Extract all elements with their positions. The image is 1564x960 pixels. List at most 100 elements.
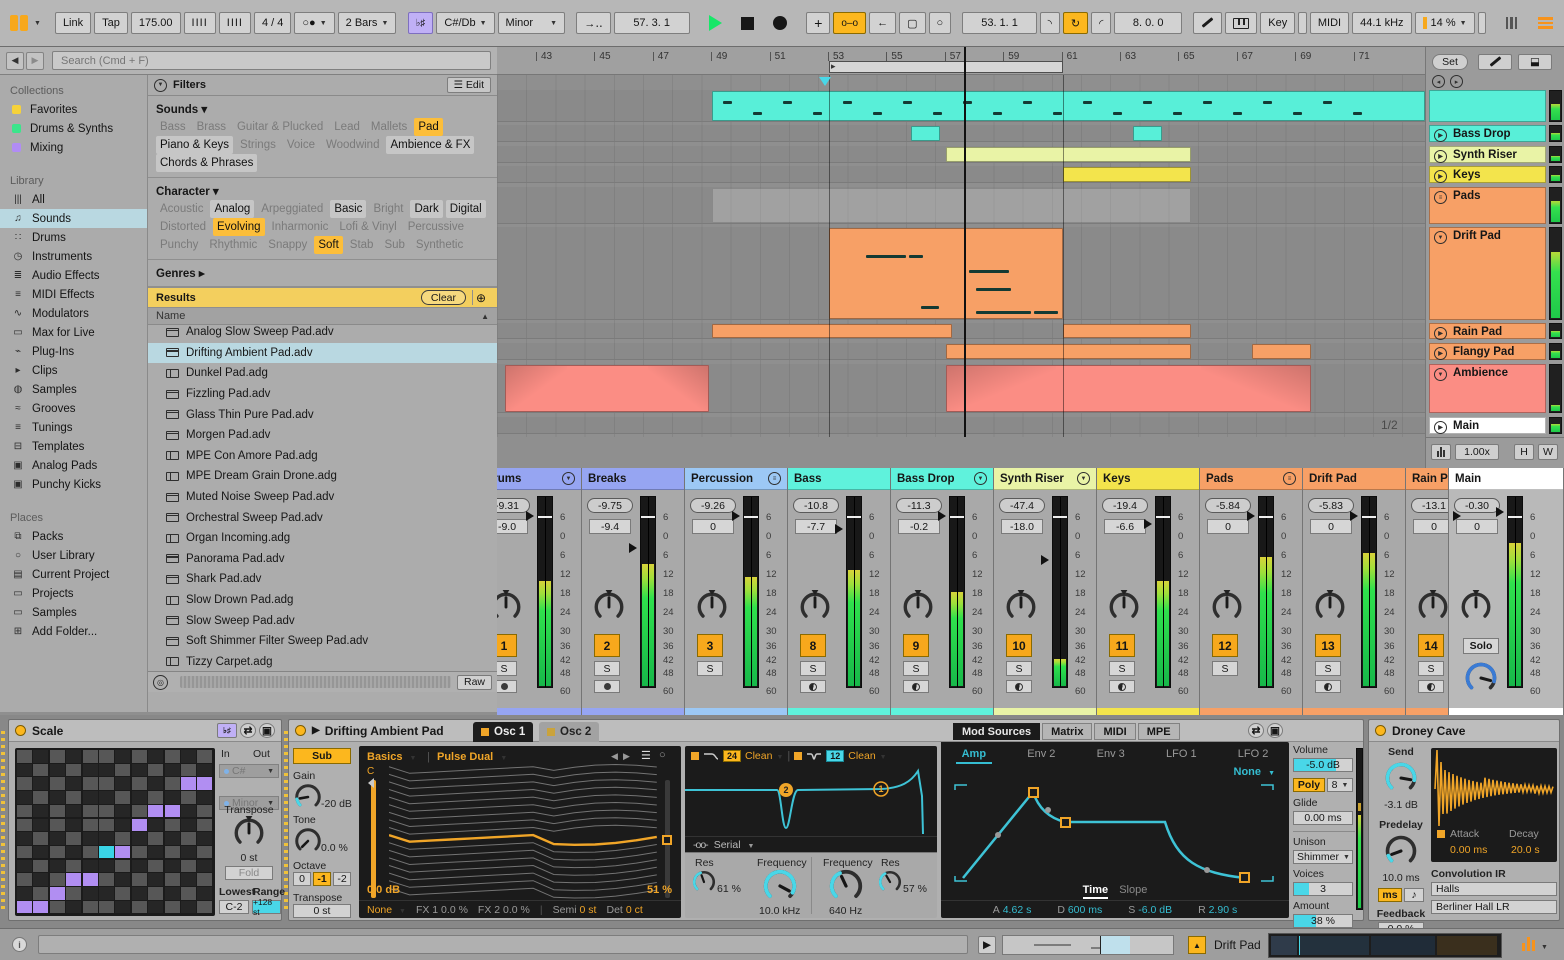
stop-button[interactable] bbox=[733, 12, 762, 34]
scale-grid-cell[interactable] bbox=[33, 873, 49, 886]
arrangement-clip[interactable] bbox=[945, 344, 1192, 359]
raw-preview-button[interactable]: Raw bbox=[456, 674, 492, 690]
scale-grid-cell[interactable] bbox=[115, 900, 131, 914]
track-header-drift-pad[interactable]: ▼ Drift Pad bbox=[1429, 227, 1546, 320]
mixer-track-title[interactable]: Main bbox=[1449, 468, 1563, 490]
arrangement-clip[interactable] bbox=[910, 126, 940, 141]
browser-forward-icon[interactable]: ▶ bbox=[26, 51, 44, 70]
scale-grid-cell[interactable] bbox=[115, 873, 131, 886]
osc-effect-mode-menu[interactable]: None ▼ bbox=[367, 904, 406, 916]
scale-grid-cell[interactable] bbox=[131, 804, 147, 818]
filter-tag-arpeggiated[interactable]: Arpeggiated bbox=[257, 200, 327, 218]
scale-grid-cell[interactable] bbox=[164, 750, 180, 763]
solo-button[interactable]: S bbox=[1109, 661, 1135, 676]
scale-grid-cell[interactable] bbox=[82, 845, 98, 859]
scale-grid-cell[interactable] bbox=[49, 750, 65, 763]
monitor-button[interactable] bbox=[1315, 680, 1341, 693]
scale-grid-cell[interactable] bbox=[115, 804, 131, 818]
scale-grid-cell[interactable] bbox=[99, 750, 114, 763]
peak-level-display[interactable]: -5.84 bbox=[1205, 498, 1251, 513]
prev-wavetable-icon[interactable]: ◀ bbox=[611, 751, 618, 762]
filter-tag-voice[interactable]: Voice bbox=[283, 136, 319, 154]
monitor-button[interactable] bbox=[1418, 680, 1444, 693]
punch-out-icon[interactable]: ◜ bbox=[1091, 12, 1112, 34]
sidebar-item-punchy-kicks[interactable]: ▣ Punchy Kicks bbox=[0, 475, 147, 494]
scale-grid-cell[interactable] bbox=[164, 777, 180, 790]
scale-grid-cell[interactable] bbox=[164, 818, 180, 831]
ableton-logo[interactable]: ▼ bbox=[10, 15, 41, 31]
solo-button[interactable]: S bbox=[497, 661, 517, 676]
scale-grid-cell[interactable] bbox=[197, 887, 213, 900]
mod-tab-env-2[interactable]: Env 2 bbox=[1021, 746, 1061, 764]
computer-midi-keyboard-icon[interactable] bbox=[1225, 12, 1258, 34]
scale-grid-cell[interactable] bbox=[17, 818, 32, 831]
solo-button[interactable]: S bbox=[1418, 661, 1444, 676]
list-item[interactable]: Dunkel Pad.adg bbox=[148, 363, 497, 384]
record-button[interactable] bbox=[765, 12, 795, 34]
groove-pool-button[interactable]: ○● ▼ bbox=[294, 12, 335, 34]
fold-button[interactable]: Fold bbox=[225, 866, 273, 880]
arrangement-clip[interactable] bbox=[1252, 344, 1311, 359]
filter-tag-synthetic[interactable]: Synthetic bbox=[412, 236, 467, 254]
scale-grid-cell[interactable] bbox=[181, 791, 196, 804]
predelay-knob[interactable] bbox=[1383, 833, 1419, 872]
scale-grid-cell[interactable] bbox=[66, 804, 82, 818]
amount-slider[interactable]: 38 % bbox=[1293, 914, 1353, 928]
arrangement-clip[interactable] bbox=[712, 324, 952, 338]
volume-slider[interactable]: -5.0 dB bbox=[1293, 758, 1353, 772]
scale-grid-cell[interactable] bbox=[33, 832, 49, 845]
send-knob[interactable] bbox=[1383, 760, 1419, 799]
zoom-width-button[interactable]: W bbox=[1538, 444, 1558, 460]
volume-field[interactable]: -18.0 bbox=[1001, 519, 1043, 534]
scale-grid-cell[interactable] bbox=[197, 873, 213, 886]
list-item[interactable]: Orchestral Sweep Pad.adv bbox=[148, 507, 497, 528]
sidebar-item-grooves[interactable]: ≈ Grooves bbox=[0, 399, 147, 418]
list-item[interactable]: Slow Drown Pad.adg bbox=[148, 590, 497, 611]
list-item[interactable]: Muted Noise Sweep Pad.adv bbox=[148, 487, 497, 508]
sidebar-item-modulators[interactable]: ∿ Modulators bbox=[0, 304, 147, 323]
scale-root-select[interactable]: C# ▼ bbox=[219, 764, 279, 778]
peak-level-display[interactable]: -9.75 bbox=[587, 498, 633, 513]
scale-grid-cell[interactable] bbox=[181, 859, 196, 873]
monitor-button[interactable] bbox=[594, 680, 620, 693]
position-value[interactable]: 51 % bbox=[647, 884, 672, 896]
scale-grid-cell[interactable] bbox=[49, 832, 65, 845]
volume-field[interactable]: -9.4 bbox=[589, 519, 631, 534]
pan-knob[interactable] bbox=[1107, 590, 1141, 627]
list-item[interactable]: Fizzling Pad.adv bbox=[148, 384, 497, 405]
filter-tag-mallets[interactable]: Mallets bbox=[367, 118, 411, 136]
scale-grid-cell[interactable] bbox=[181, 845, 196, 859]
scale-grid-cell[interactable] bbox=[99, 832, 114, 845]
draw-automation-icon[interactable] bbox=[1193, 12, 1223, 34]
arrangement-clip[interactable] bbox=[945, 365, 1311, 412]
cue-volume-knob[interactable] bbox=[1463, 660, 1499, 699]
pan-knob[interactable] bbox=[497, 590, 523, 627]
filter-tag-chords-phrases[interactable]: Chords & Phrases bbox=[156, 154, 258, 172]
scale-grid-cell[interactable] bbox=[148, 832, 164, 845]
mixer-track-title[interactable]: Breaks bbox=[582, 468, 684, 490]
tap-tempo-button[interactable]: Tap bbox=[94, 12, 128, 34]
arrangement-view-icon[interactable] bbox=[1530, 12, 1561, 34]
filter-group-sounds[interactable]: Sounds ▾ bbox=[148, 96, 497, 118]
scale-grid-cell[interactable] bbox=[82, 818, 98, 831]
scale-grid-cell[interactable] bbox=[17, 763, 32, 777]
scale-grid-cell[interactable] bbox=[17, 859, 32, 873]
play-circle-icon[interactable]: ▶ bbox=[1434, 421, 1447, 434]
scale-grid-cell[interactable] bbox=[49, 900, 65, 914]
peak-level-display[interactable]: -10.8 bbox=[793, 498, 839, 513]
list-item[interactable]: Soft Shimmer Filter Sweep Pad.adv bbox=[148, 631, 497, 652]
preview-headphones-icon[interactable]: ◎ bbox=[153, 674, 168, 690]
sub-osc-toggle[interactable]: Sub bbox=[293, 748, 351, 764]
list-item[interactable]: Morgen Pad.adv bbox=[148, 425, 497, 446]
play-circle-icon[interactable]: ▶ bbox=[1434, 170, 1447, 183]
arrangement-clip[interactable] bbox=[1132, 126, 1162, 141]
back-to-arrangement-icon[interactable]: ← bbox=[869, 12, 897, 34]
poly-voices-menu[interactable]: 8 ▼ bbox=[1327, 778, 1353, 792]
scale-grid-cell[interactable] bbox=[66, 763, 82, 777]
mixer-track-title[interactable]: Pads ≡ bbox=[1200, 468, 1302, 490]
scale-grid-cell[interactable] bbox=[49, 791, 65, 804]
scale-grid-cell[interactable] bbox=[148, 818, 164, 831]
scale-grid-cell[interactable] bbox=[181, 777, 196, 790]
pan-knob[interactable] bbox=[1210, 590, 1244, 627]
volume-field[interactable]: 0 bbox=[1456, 519, 1498, 534]
